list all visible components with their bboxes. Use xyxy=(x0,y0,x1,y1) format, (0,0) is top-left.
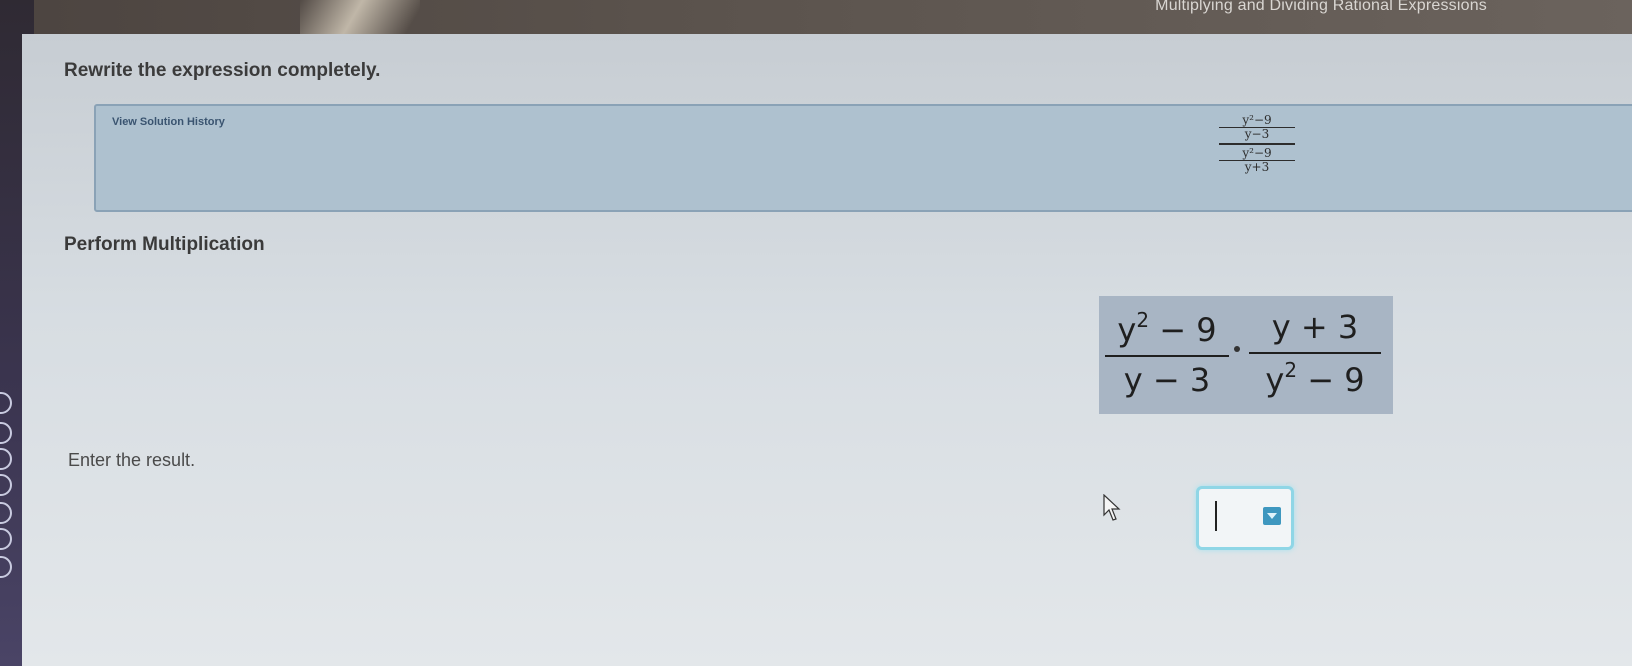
right-numerator: y + 3 xyxy=(1249,308,1381,354)
rail-ring-icon xyxy=(0,502,12,524)
left-denominator: y − 3 xyxy=(1123,361,1211,399)
left-fraction: y2 − 9 y − 3 xyxy=(1105,308,1229,399)
instruction-text: Rewrite the expression completely. xyxy=(64,60,381,81)
left-numerator: y2 − 9 xyxy=(1105,308,1229,357)
window-titlebar: Multiplying and Dividing Rational Expres… xyxy=(0,0,1632,34)
top-numerator: y²−9 xyxy=(1219,114,1295,128)
solution-history-panel: View Solution History xyxy=(94,104,1632,212)
right-denominator-base: y xyxy=(1265,361,1285,399)
rail-ring-icon xyxy=(0,474,12,496)
mouse-pointer-icon xyxy=(1103,494,1121,521)
left-numerator-base: y xyxy=(1117,311,1137,349)
left-numerator-rest: − 9 xyxy=(1149,311,1217,349)
chevron-down-icon[interactable] xyxy=(1263,507,1281,525)
rail-ring-icon xyxy=(0,422,12,444)
rail-ring-icon xyxy=(0,556,12,578)
bottom-numerator: y²−9 xyxy=(1219,147,1295,161)
rail-ring-icon xyxy=(0,448,12,470)
text-caret xyxy=(1215,501,1217,531)
right-denominator-exponent: 2 xyxy=(1284,358,1298,382)
top-denominator: y−3 xyxy=(1244,127,1270,141)
rail-ring-icon xyxy=(0,392,12,414)
multiply-dot xyxy=(1234,346,1240,352)
rail-ring-icon xyxy=(0,528,12,550)
main-panel: Rewrite the expression completely. View … xyxy=(22,34,1632,666)
left-numerator-exponent: 2 xyxy=(1136,308,1150,332)
window-title: Multiplying and Dividing Rational Expres… xyxy=(1155,0,1487,14)
screen-glare xyxy=(300,0,420,34)
right-denominator-rest: − 9 xyxy=(1297,361,1365,399)
right-fraction: y + 3 y2 − 9 xyxy=(1249,308,1381,399)
right-denominator: y2 − 9 xyxy=(1249,354,1381,399)
complex-fraction: y²−9 y−3 y²−9 y+3 xyxy=(1219,114,1295,174)
step-label: Perform Multiplication xyxy=(64,234,265,255)
multiplication-expression: y2 − 9 y − 3 y + 3 y2 − 9 xyxy=(1099,296,1393,414)
view-solution-history-link[interactable]: View Solution History xyxy=(112,116,225,128)
answer-input[interactable] xyxy=(1196,486,1294,550)
enter-result-label: Enter the result. xyxy=(68,450,196,470)
main-fraction-bar xyxy=(1219,143,1295,145)
bottom-denominator: y+3 xyxy=(1244,160,1270,174)
